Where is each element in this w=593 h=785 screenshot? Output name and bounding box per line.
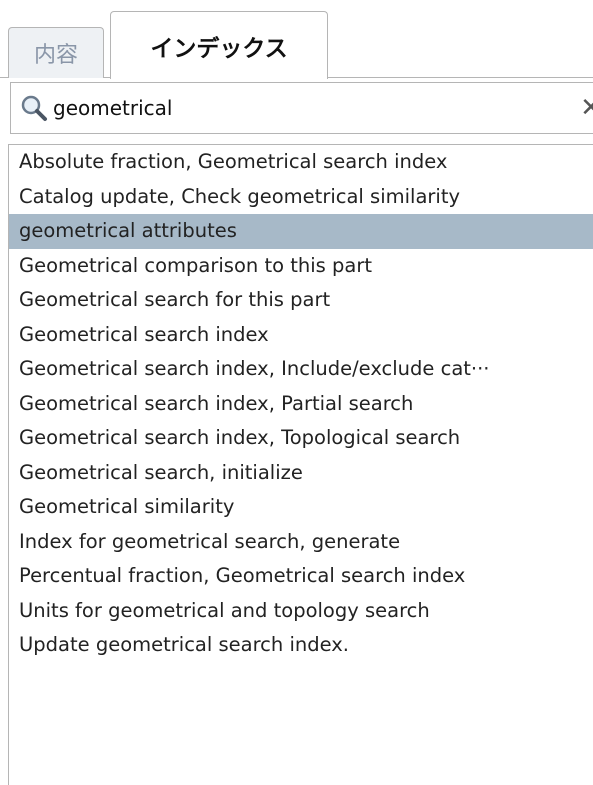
- list-item[interactable]: geometrical attributes: [9, 214, 593, 249]
- tab-index-label: インデックス: [150, 35, 288, 62]
- list-item[interactable]: Update geometrical search index.: [9, 628, 593, 663]
- tab-index[interactable]: インデックス: [110, 11, 328, 79]
- list-item[interactable]: Geometrical search index, Topological se…: [9, 421, 593, 456]
- close-icon[interactable]: ✕: [576, 93, 593, 123]
- search-box: ✕: [10, 82, 593, 134]
- list-item[interactable]: Index for geometrical search, generate: [9, 525, 593, 560]
- tab-contents-label: 内容: [33, 43, 78, 68]
- list-item[interactable]: Geometrical similarity: [9, 490, 593, 525]
- search-input[interactable]: [51, 88, 533, 128]
- list-item[interactable]: Geometrical search for this part: [9, 283, 593, 318]
- list-item[interactable]: Geometrical comparison to this part: [9, 249, 593, 284]
- search-icon: [17, 91, 51, 125]
- list-item[interactable]: Percentual fraction, Geometrical search …: [9, 559, 593, 594]
- tab-bar: 内容 インデックス: [0, 0, 593, 79]
- index-list: Absolute fraction, Geometrical search in…: [8, 144, 593, 785]
- list-item[interactable]: Geometrical search index, Include/exclud…: [9, 352, 593, 387]
- list-item[interactable]: Catalog update, Check geometrical simila…: [9, 180, 593, 215]
- list-item[interactable]: Absolute fraction, Geometrical search in…: [9, 145, 593, 180]
- tab-contents[interactable]: 内容: [8, 27, 104, 78]
- list-item[interactable]: Geometrical search index, Partial search: [9, 387, 593, 422]
- list-item[interactable]: Geometrical search, initialize: [9, 456, 593, 491]
- list-item[interactable]: Units for geometrical and topology searc…: [9, 594, 593, 629]
- list-item[interactable]: Geometrical search index: [9, 318, 593, 353]
